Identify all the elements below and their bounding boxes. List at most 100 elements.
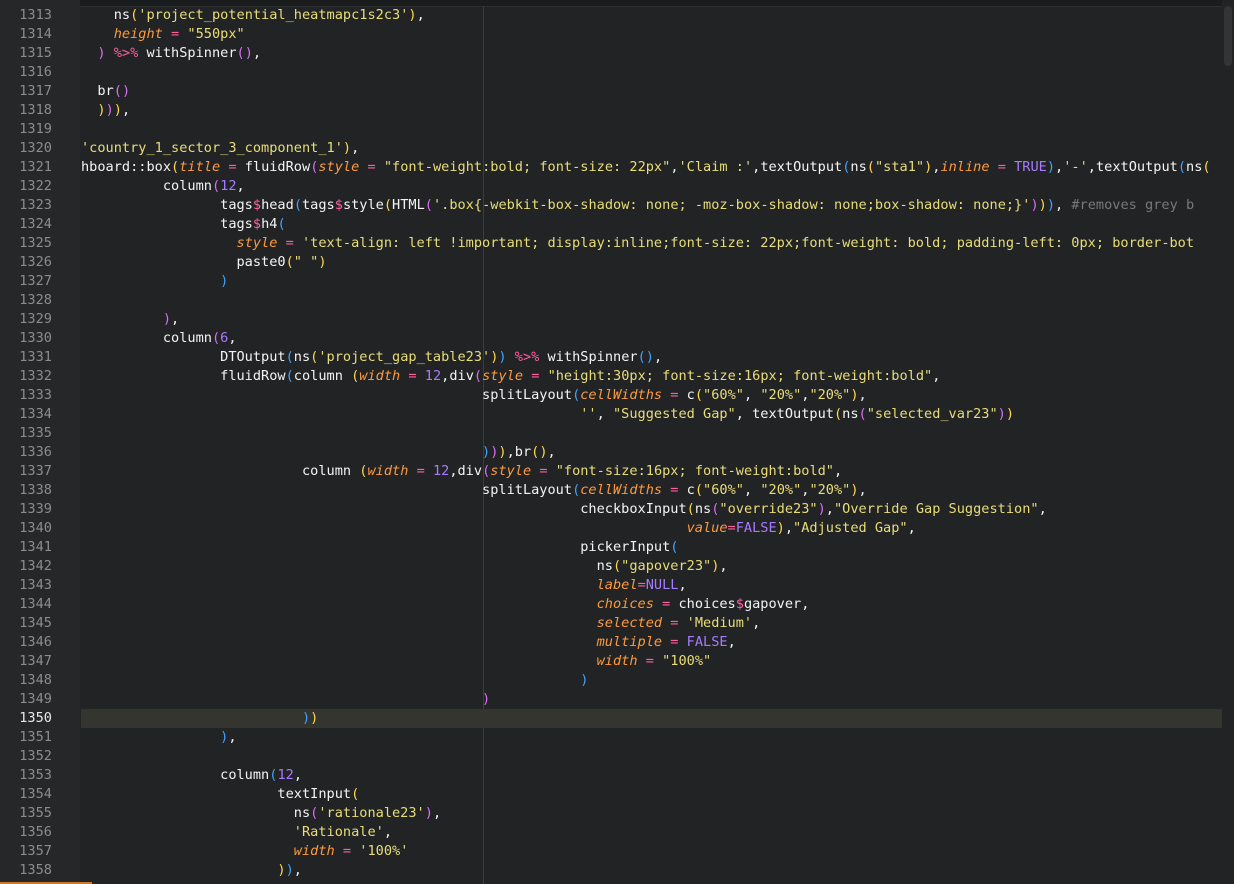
- scrollbar-thumb[interactable]: [1224, 6, 1232, 66]
- code-token: choices: [81, 596, 654, 612]
- code-line[interactable]: 1349 ): [0, 690, 1234, 709]
- code-line[interactable]: 1341 pickerInput(: [0, 538, 1234, 557]
- code-line[interactable]: 1317 br(): [0, 82, 1234, 101]
- code-token: checkboxInput: [81, 501, 687, 517]
- code-line[interactable]: 1319: [0, 120, 1234, 139]
- code-token: column: [81, 767, 270, 783]
- code-token: TRUE: [1014, 159, 1047, 175]
- code-line[interactable]: 1336 ))),br(),: [0, 443, 1234, 462]
- code-line[interactable]: 1318 ))),: [0, 101, 1234, 120]
- line-number: 1322: [19, 178, 52, 194]
- code-line[interactable]: 1345 selected = 'Medium',: [0, 614, 1234, 633]
- code-line[interactable]: 1348 ): [0, 671, 1234, 690]
- code-token: withSpinner: [138, 45, 237, 61]
- line-text: textInput(: [81, 785, 1234, 804]
- code-line[interactable]: 1322 column(12,: [0, 177, 1234, 196]
- code-token: ): [81, 273, 229, 289]
- code-token: %>%: [113, 45, 139, 61]
- code-line[interactable]: 1337 column (width = 12,div(style = "fon…: [0, 462, 1234, 481]
- code-token: ,: [670, 159, 679, 175]
- line-number: 1324: [19, 216, 52, 232]
- code-token: ): [1046, 159, 1056, 175]
- code-token: $: [252, 216, 262, 232]
- code-token: =: [997, 159, 1006, 175]
- code-token: ): [105, 102, 114, 118]
- code-line[interactable]: 1326 paste0(" "): [0, 253, 1234, 272]
- code-line[interactable]: 1329 ),: [0, 310, 1234, 329]
- code-token: "Adjusted Gap": [793, 520, 908, 536]
- code-line[interactable]: 1314 height = "550px": [0, 25, 1234, 44]
- code-line[interactable]: 1313 ns('project_potential_heatmapc1s2c3…: [0, 6, 1234, 25]
- code-line[interactable]: 1315 ) %>% withSpinner(),: [0, 44, 1234, 63]
- code-token: 12: [424, 368, 442, 384]
- code-line[interactable]: 1357 width = '100%': [0, 842, 1234, 861]
- code-line[interactable]: 1327 ): [0, 272, 1234, 291]
- code-token: (: [236, 45, 245, 61]
- code-token: ,: [351, 140, 360, 156]
- code-line[interactable]: 1356 'Rationale',: [0, 823, 1234, 842]
- code-line[interactable]: 1352: [0, 747, 1234, 766]
- code-line[interactable]: 1332 fluidRow(column (width = 12,div(sty…: [0, 367, 1234, 386]
- code-token: "Override Gap Suggestion": [833, 501, 1039, 517]
- code-token: ,: [1055, 197, 1072, 213]
- code-line[interactable]: 1320 'country_1_sector_3_component_1'),: [0, 139, 1234, 158]
- code-token: gapover,: [743, 596, 810, 612]
- code-line[interactable]: 1333 splitLayout(cellWidths = c("60%", "…: [0, 386, 1234, 405]
- code-line[interactable]: 1344 choices = choices$gapover,: [0, 595, 1234, 614]
- code-token: =: [171, 26, 180, 42]
- code-line[interactable]: 1316: [0, 63, 1234, 82]
- code-area[interactable]: 1313 ns('project_potential_heatmapc1s2c3…: [0, 6, 1234, 884]
- line-text: value=FALSE),"Adjusted Gap",: [81, 519, 1234, 538]
- code-line[interactable]: 1334 '', "Suggested Gap", textOutput(ns(…: [0, 405, 1234, 424]
- code-line[interactable]: 1355 ns('rationale23'),: [0, 804, 1234, 823]
- code-line[interactable]: 1354 textInput(: [0, 785, 1234, 804]
- code-line[interactable]: 1338 splitLayout(cellWidths = c("60%", "…: [0, 481, 1234, 500]
- line-number: 1326: [19, 254, 52, 270]
- code-token: cellWidths: [580, 387, 663, 403]
- code-line[interactable]: 1324 tags$h4(: [0, 215, 1234, 234]
- code-token: "Suggested Gap": [612, 406, 736, 422]
- code-line[interactable]: 1330 column(6,: [0, 329, 1234, 348]
- code-token: =: [637, 577, 646, 593]
- code-line[interactable]: 1335: [0, 424, 1234, 443]
- code-token: ): [1038, 197, 1047, 213]
- code-line[interactable]: 1350 )): [0, 709, 1234, 728]
- code-line[interactable]: 1347 width = "100%": [0, 652, 1234, 671]
- code-editor[interactable]: 1313 ns('project_potential_heatmapc1s2c3…: [0, 0, 1234, 884]
- code-token: ,: [858, 387, 867, 403]
- code-token: =: [285, 235, 294, 251]
- code-line[interactable]: 1321 hboard::box(title = fluidRow(style =…: [0, 158, 1234, 177]
- code-line[interactable]: 1331 DTOutput(ns('project_gap_table23'))…: [0, 348, 1234, 367]
- code-line[interactable]: 1339 checkboxInput(ns("override23"),"Ove…: [0, 500, 1234, 519]
- vertical-scrollbar[interactable]: [1222, 0, 1234, 884]
- line-number: 1329: [19, 311, 52, 327]
- code-token: ,: [236, 178, 245, 194]
- code-token: , textOutput: [735, 406, 834, 422]
- code-token: "60%": [703, 482, 744, 498]
- code-line[interactable]: 1328: [0, 291, 1234, 310]
- code-line[interactable]: 1340 value=FALSE),"Adjusted Gap",: [0, 519, 1234, 538]
- code-line[interactable]: 1346 multiple = FALSE,: [0, 633, 1234, 652]
- code-token: %>%: [514, 349, 540, 365]
- code-line[interactable]: 1343 label=NULL,: [0, 576, 1234, 595]
- code-line[interactable]: 1323 tags$head(tags$style(HTML('.box{-we…: [0, 196, 1234, 215]
- code-line[interactable]: 1358 )),: [0, 861, 1234, 880]
- code-token: ns: [1186, 159, 1203, 175]
- line-number: 1341: [19, 539, 52, 555]
- code-token: ,: [1038, 501, 1047, 517]
- code-line[interactable]: 1353 column(12,: [0, 766, 1234, 785]
- code-line[interactable]: 1325 style = 'text-align: left !importan…: [0, 234, 1234, 253]
- code-token: column: [81, 178, 212, 194]
- code-token: ): [776, 520, 785, 536]
- code-token: style: [318, 159, 360, 175]
- line-number: 1335: [19, 425, 52, 441]
- code-token: width: [81, 843, 335, 859]
- code-token: 12: [432, 463, 450, 479]
- code-line[interactable]: 1351 ),: [0, 728, 1234, 747]
- code-token: ,: [432, 805, 442, 821]
- code-line[interactable]: 1342 ns("gapover23"),: [0, 557, 1234, 576]
- code-token: ): [81, 444, 491, 460]
